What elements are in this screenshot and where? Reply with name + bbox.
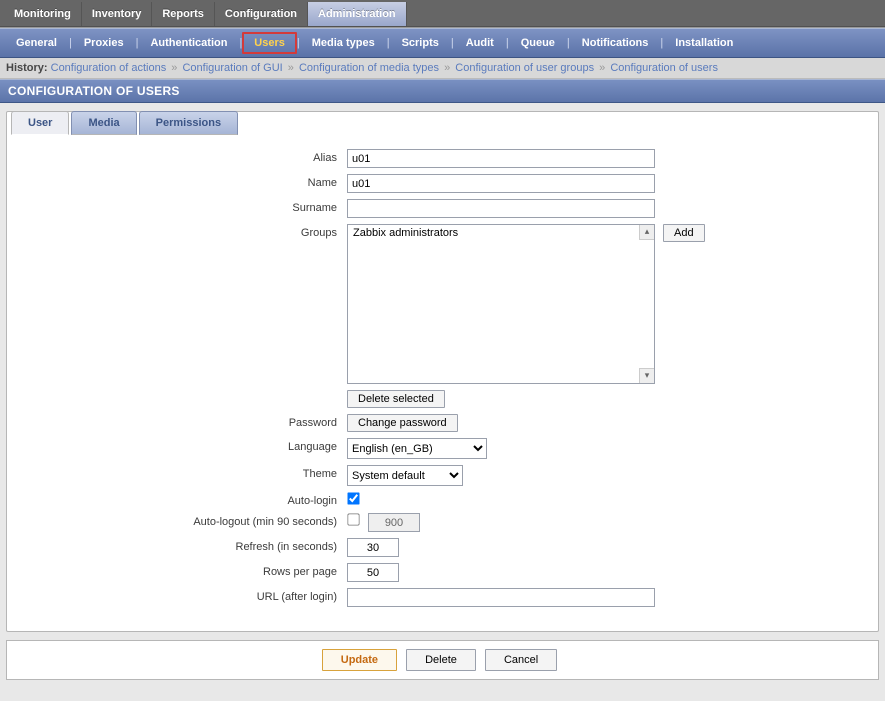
tab-permissions[interactable]: Permissions (139, 111, 238, 135)
groups-list-item[interactable]: Zabbix administrators (348, 225, 654, 241)
url-label: URL (after login) (27, 588, 347, 603)
surname-label: Surname (27, 199, 347, 214)
tab-strip: User Media Permissions (11, 111, 878, 135)
subnav-media-types[interactable]: Media types (300, 33, 387, 53)
groups-listbox[interactable]: Zabbix administrators ▴ ▾ (347, 224, 655, 384)
nav-reports[interactable]: Reports (152, 2, 215, 26)
history-link[interactable]: Configuration of users (610, 62, 718, 74)
theme-select[interactable]: System default (347, 465, 463, 486)
rows-per-page-input[interactable] (347, 563, 399, 582)
nav-inventory[interactable]: Inventory (82, 2, 153, 26)
history-link[interactable]: Configuration of GUI (182, 62, 282, 74)
history-link[interactable]: Configuration of media types (299, 62, 439, 74)
scroll-down-icon[interactable]: ▾ (639, 368, 654, 383)
sub-nav: General| Proxies| Authentication| Users|… (0, 28, 885, 58)
delete-button[interactable]: Delete (406, 649, 476, 671)
delete-selected-button[interactable]: Delete selected (347, 390, 445, 408)
form-area: Alias Name Surname Groups Zabbix adminis… (7, 135, 878, 617)
change-password-button[interactable]: Change password (347, 414, 458, 432)
language-label: Language (27, 438, 347, 453)
main-nav: Monitoring Inventory Reports Configurati… (0, 0, 885, 28)
autologout-checkbox[interactable] (347, 513, 359, 525)
nav-configuration[interactable]: Configuration (215, 2, 308, 26)
action-bar: Update Delete Cancel (6, 640, 879, 680)
alias-input[interactable] (347, 149, 655, 168)
subnav-notifications[interactable]: Notifications (570, 33, 661, 53)
subnav-audit[interactable]: Audit (454, 33, 506, 53)
name-input[interactable] (347, 174, 655, 193)
rows-label: Rows per page (27, 563, 347, 578)
language-select[interactable]: English (en_GB) (347, 438, 487, 459)
refresh-label: Refresh (in seconds) (27, 538, 347, 553)
tab-user[interactable]: User (11, 111, 69, 135)
autologin-label: Auto-login (27, 492, 347, 507)
subnav-general[interactable]: General (4, 33, 69, 53)
scroll-up-icon[interactable]: ▴ (639, 225, 654, 240)
subnav-scripts[interactable]: Scripts (390, 33, 451, 53)
nav-monitoring[interactable]: Monitoring (4, 2, 82, 26)
autologout-value-input (368, 513, 420, 532)
nav-administration[interactable]: Administration (308, 2, 407, 26)
history-link[interactable]: Configuration of user groups (455, 62, 594, 74)
autologin-checkbox[interactable] (347, 492, 359, 504)
update-button[interactable]: Update (322, 649, 397, 671)
subnav-installation[interactable]: Installation (663, 33, 745, 53)
tab-media[interactable]: Media (71, 111, 136, 135)
history-link[interactable]: Configuration of actions (51, 62, 167, 74)
theme-label: Theme (27, 465, 347, 480)
password-label: Password (27, 414, 347, 429)
name-label: Name (27, 174, 347, 189)
url-input[interactable] (347, 588, 655, 607)
subnav-users[interactable]: Users (242, 32, 297, 54)
autologout-label: Auto-logout (min 90 seconds) (27, 513, 347, 528)
user-form-panel: User Media Permissions Alias Name Surnam… (6, 111, 879, 632)
surname-input[interactable] (347, 199, 655, 218)
refresh-input[interactable] (347, 538, 399, 557)
history-label: History: (6, 62, 48, 74)
groups-label: Groups (27, 224, 347, 239)
cancel-button[interactable]: Cancel (485, 649, 557, 671)
subnav-authentication[interactable]: Authentication (138, 33, 239, 53)
add-group-button[interactable]: Add (663, 224, 705, 242)
history-bar: History: Configuration of actions » Conf… (0, 58, 885, 79)
subnav-proxies[interactable]: Proxies (72, 33, 136, 53)
alias-label: Alias (27, 149, 347, 164)
subnav-queue[interactable]: Queue (509, 33, 567, 53)
page-title: CONFIGURATION OF USERS (0, 79, 885, 103)
